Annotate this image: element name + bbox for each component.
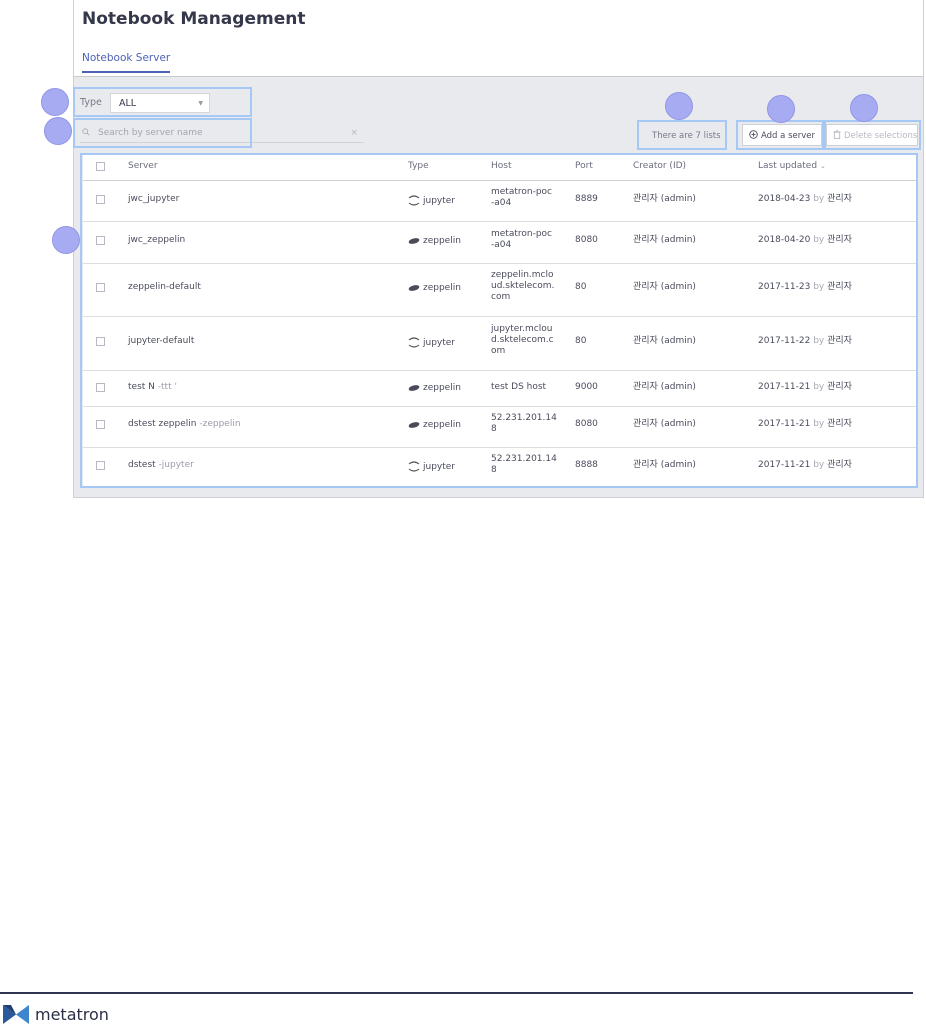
annotation-box-count xyxy=(637,120,727,150)
annotation-box-type-filter xyxy=(73,87,252,117)
footer-divider xyxy=(0,992,913,994)
annotation-marker xyxy=(767,95,795,123)
page-title: Notebook Management xyxy=(82,9,306,29)
annotation-box-search xyxy=(73,118,252,148)
annotation-box-add-server xyxy=(736,120,824,150)
page-header: Notebook Management Notebook Server xyxy=(74,0,923,77)
annotation-marker xyxy=(665,92,693,120)
brand-name: metatron xyxy=(35,1005,109,1024)
metatron-logo-icon xyxy=(3,1005,29,1024)
annotation-box-table xyxy=(80,153,918,488)
annotation-marker xyxy=(41,88,69,116)
annotation-marker xyxy=(44,117,72,145)
clear-search-icon[interactable]: × xyxy=(350,128,358,138)
annotation-box-delete xyxy=(824,120,921,150)
annotation-marker xyxy=(850,94,878,122)
tab-notebook-server[interactable]: Notebook Server xyxy=(82,52,171,73)
annotation-marker xyxy=(52,226,80,254)
